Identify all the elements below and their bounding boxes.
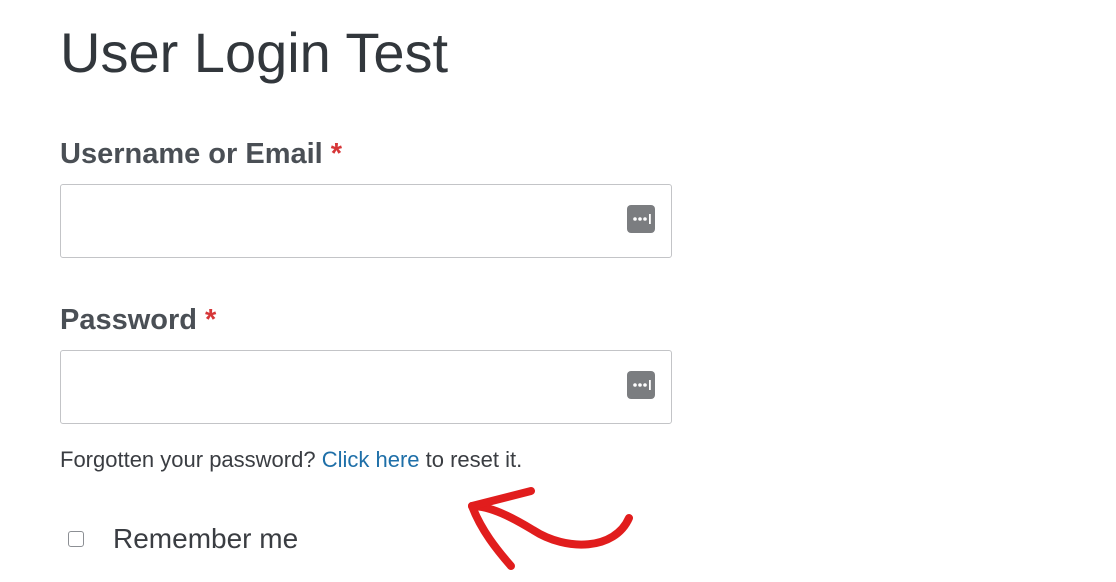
password-manager-icon[interactable] <box>627 371 655 399</box>
login-page: User Login Test Username or Email * Passw… <box>0 0 1116 582</box>
remember-me-checkbox[interactable] <box>68 531 84 547</box>
username-label: Username or Email * <box>60 136 342 172</box>
username-label-text: Username or Email <box>60 138 323 170</box>
username-input[interactable] <box>61 185 671 257</box>
remember-me-label: Remember me <box>113 523 299 554</box>
page-title: User Login Test <box>60 21 449 84</box>
required-asterisk: * <box>330 138 343 170</box>
reset-password-link[interactable]: Click here <box>322 447 420 472</box>
reset-prefix-text: Forgotten your password? <box>60 447 322 472</box>
password-label: Password * <box>60 302 216 338</box>
required-asterisk: * <box>205 304 217 336</box>
red-arrow-annotation <box>468 487 633 570</box>
password-field-wrapper <box>60 350 672 424</box>
username-field-wrapper <box>60 184 672 258</box>
remember-me-row[interactable]: Remember me <box>68 521 298 557</box>
password-reset-help: Forgotten your password? Click here to r… <box>60 446 522 474</box>
password-manager-icon[interactable] <box>627 205 655 233</box>
password-input[interactable] <box>61 351 671 423</box>
password-label-text: Password <box>60 304 197 336</box>
reset-suffix-text: to reset it. <box>419 447 523 472</box>
